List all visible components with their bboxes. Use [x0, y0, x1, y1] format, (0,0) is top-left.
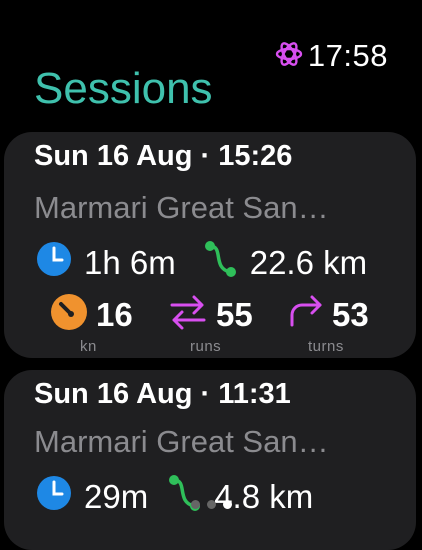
session-card[interactable]: Sun 16 Aug · 15:26 Marmari Great San… 1h… [4, 132, 416, 358]
session-date: Sun 16 Aug · 11:31 [34, 378, 291, 410]
session-location: Marmari Great San… [34, 190, 329, 225]
runs-value: 55 [216, 295, 253, 333]
clock-icon [36, 475, 72, 519]
page-dot-active [222, 500, 232, 509]
speedometer-icon [50, 293, 88, 336]
turn-arrow-icon [286, 293, 324, 336]
page-dot [206, 500, 216, 509]
status-bar: 17:58 [274, 38, 388, 74]
arrows-left-right-icon [168, 293, 208, 336]
max-speed-value: 16 [96, 295, 133, 333]
session-duration: 1h 6m [84, 244, 176, 281]
clock-time: 17:58 [307, 38, 388, 73]
session-date: Sun 16 Aug · 15:26 [34, 140, 293, 172]
turns-value: 53 [332, 295, 369, 333]
max-speed-unit: kn [80, 338, 97, 355]
route-icon [168, 474, 202, 520]
session-distance: 22.6 km [249, 244, 368, 281]
turns-unit: turns [308, 338, 344, 355]
atom-icon [274, 39, 304, 74]
session-location: Marmari Great San… [34, 424, 329, 459]
route-icon [204, 240, 238, 286]
clock-icon [36, 241, 72, 285]
page-dot [190, 500, 200, 509]
page-indicator[interactable] [0, 500, 422, 509]
turns-stat: 53 [286, 293, 369, 336]
max-speed-stat: 16 [50, 293, 133, 336]
session-card[interactable]: Sun 16 Aug · 11:31 Marmari Great San… 29… [4, 370, 416, 550]
session-summary-row: 29m 4.8 km [36, 474, 313, 520]
runs-stat: 55 [168, 293, 253, 336]
session-summary-row: 1h 6m 22.6 km [36, 240, 367, 286]
session-distance: 4.8 km [214, 478, 314, 515]
runs-unit: runs [190, 338, 222, 355]
page-title: Sessions [34, 64, 213, 113]
session-duration: 29m [84, 478, 149, 515]
